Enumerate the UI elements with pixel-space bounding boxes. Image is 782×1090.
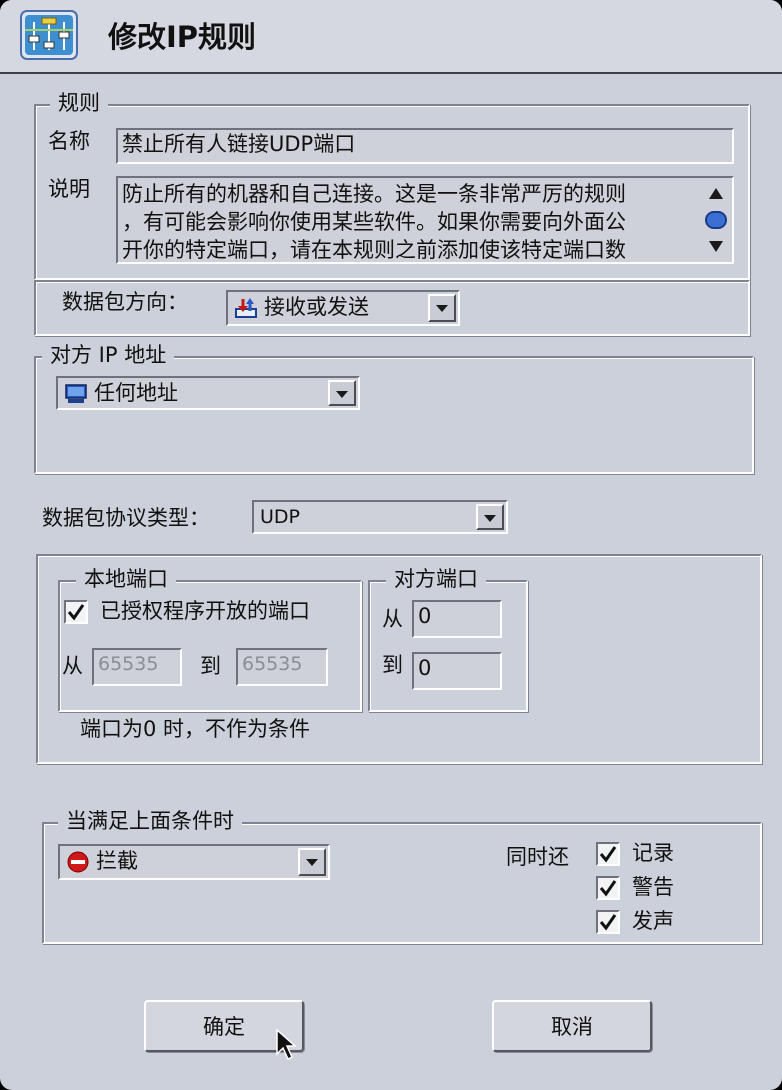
local-from-input[interactable]: 65535 xyxy=(92,648,182,686)
sound-checkbox[interactable] xyxy=(596,910,620,934)
desc-line: ，有可能会影响你使用某些软件。如果你需要向外面公 xyxy=(122,210,626,234)
protocol-label: 数据包协议类型： xyxy=(42,506,210,530)
firewall-rule-icon xyxy=(20,10,78,60)
rule-desc-textarea[interactable]: 防止所有的机器和自己连接。这是一条非常严厉的规则 ，有可能会影响你使用某些软件。… xyxy=(116,176,734,264)
direction-select[interactable]: 接收或发送 xyxy=(226,290,460,326)
warn-checkbox[interactable] xyxy=(596,876,620,900)
direction-dropdown-button[interactable] xyxy=(428,294,456,322)
check-mark-icon xyxy=(67,604,85,621)
port-note: 端口为0 时，不作为条件 xyxy=(80,717,311,741)
check-mark-icon xyxy=(599,914,617,931)
action-select[interactable]: 拦截 xyxy=(58,844,330,880)
local-from-label: 从 xyxy=(62,654,83,678)
rule-desc-text: 防止所有的机器和自己连接。这是一条非常严厉的规则 ，有可能会影响你使用某些软件。… xyxy=(122,180,702,262)
computer-icon xyxy=(65,384,87,403)
remote-ip-legend: 对方 IP 地址 xyxy=(42,343,175,367)
direction-label: 数据包方向： xyxy=(62,290,188,314)
desc-scrollbar[interactable] xyxy=(704,180,730,260)
cancel-button[interactable]: 取消 xyxy=(492,1000,652,1052)
local-port-legend: 本地端口 xyxy=(76,567,176,591)
desc-line: 防止所有的机器和自己连接。这是一条非常严厉的规则 xyxy=(122,182,626,206)
block-icon xyxy=(67,851,89,873)
action-dropdown-button[interactable] xyxy=(298,848,326,876)
remote-to-label: 到 xyxy=(382,653,403,677)
dialog-title: 修改IP规则 xyxy=(108,20,257,54)
also-label: 同时还 xyxy=(506,845,569,869)
scroll-down-arrow-icon[interactable] xyxy=(709,241,723,252)
edit-ip-rule-dialog: 修改IP规则 规则 名称 禁止所有人链接UDP端口 说明 防止所有的机器和自己连… xyxy=(0,0,782,1090)
remote-port-legend: 对方端口 xyxy=(386,567,486,591)
authorized-ports-label: 已授权程序开放的端口 xyxy=(100,599,310,623)
scroll-thumb[interactable] xyxy=(705,211,727,229)
title-bar[interactable]: 修改IP规则 xyxy=(0,0,782,74)
local-to-input[interactable]: 65535 xyxy=(236,648,328,686)
check-mark-icon xyxy=(599,846,617,863)
protocol-select[interactable]: UDP xyxy=(252,500,508,534)
rule-name-input[interactable]: 禁止所有人链接UDP端口 xyxy=(116,128,734,164)
protocol-dropdown-button[interactable] xyxy=(476,504,504,530)
remote-to-input[interactable]: 0 xyxy=(412,652,502,690)
warn-label: 警告 xyxy=(632,875,674,899)
rule-legend: 规则 xyxy=(50,91,108,115)
authorized-ports-checkbox[interactable] xyxy=(64,600,88,624)
remote-ip-dropdown-button[interactable] xyxy=(328,380,356,406)
log-label: 记录 xyxy=(632,841,674,865)
remote-from-input[interactable]: 0 xyxy=(412,600,502,638)
remote-ip-value: 任何地址 xyxy=(94,381,178,405)
log-checkbox[interactable] xyxy=(596,842,620,866)
remote-from-label: 从 xyxy=(382,607,403,631)
local-to-label: 到 xyxy=(200,654,221,678)
desc-line: 开你的特定端口，请在本规则之前添加使该特定端口数 xyxy=(122,238,626,262)
ok-button[interactable]: 确定 xyxy=(144,1000,304,1052)
action-legend: 当满足上面条件时 xyxy=(58,809,242,833)
rule-name-label: 名称 xyxy=(48,129,90,153)
direction-value: 接收或发送 xyxy=(264,295,369,319)
sound-label: 发声 xyxy=(632,909,674,933)
scroll-up-arrow-icon[interactable] xyxy=(709,188,723,199)
protocol-value: UDP xyxy=(260,506,300,528)
rule-desc-label: 说明 xyxy=(48,177,90,201)
check-mark-icon xyxy=(599,880,617,897)
remote-ip-select[interactable]: 任何地址 xyxy=(56,376,360,410)
send-receive-icon xyxy=(235,298,257,318)
action-value: 拦截 xyxy=(96,849,138,873)
remote-ip-group xyxy=(34,356,754,474)
